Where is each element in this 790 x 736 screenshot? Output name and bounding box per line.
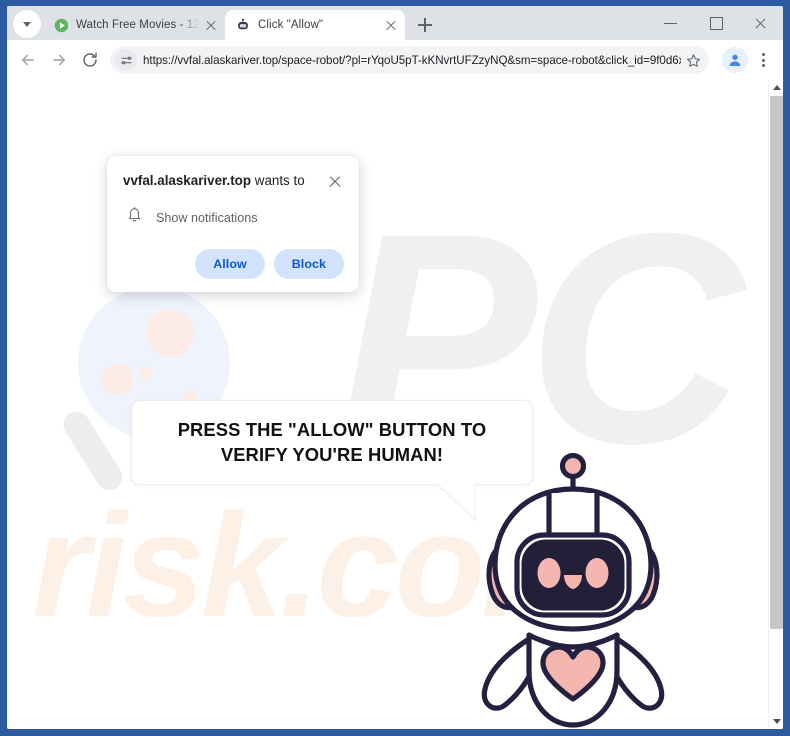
vertical-scrollbar[interactable] bbox=[768, 80, 783, 729]
permission-label: Show notifications bbox=[156, 210, 258, 225]
new-tab-button[interactable] bbox=[411, 11, 439, 39]
chrome-browser-frame: Watch Free Movies - 123movies Click "All… bbox=[7, 6, 783, 729]
robot-icon bbox=[235, 17, 251, 33]
tune-sliders-icon[interactable] bbox=[115, 49, 137, 71]
permission-dialog-actions: Allow Block bbox=[123, 249, 344, 279]
window-controls bbox=[648, 6, 783, 40]
browser-toolbar: https://vvfal.alaskariver.top/space-robo… bbox=[7, 40, 783, 80]
browser-window: Watch Free Movies - 123movies Click "All… bbox=[0, 0, 790, 736]
tab-title: Click "Allow" bbox=[258, 19, 324, 31]
space-robot-mascot bbox=[481, 453, 665, 728]
allow-button[interactable]: Allow bbox=[195, 249, 265, 279]
tab-click-allow[interactable]: Click "Allow" bbox=[225, 10, 405, 40]
chevron-down-icon bbox=[23, 21, 31, 27]
star-icon[interactable] bbox=[681, 48, 705, 72]
tab-close-icon[interactable] bbox=[203, 17, 219, 33]
speech-bubble-text: PRESS THE "ALLOW" BUTTON TO VERIFY YOU'R… bbox=[177, 419, 487, 465]
permission-dialog-title-suffix: wants to bbox=[251, 173, 305, 188]
back-arrow-icon bbox=[22, 54, 34, 66]
tab-close-icon[interactable] bbox=[383, 17, 399, 33]
forward-arrow-icon bbox=[53, 54, 65, 66]
back-button[interactable] bbox=[13, 45, 43, 75]
profile-avatar-icon[interactable] bbox=[722, 47, 748, 73]
reload-button[interactable] bbox=[75, 45, 105, 75]
scrollbar-thumb[interactable] bbox=[770, 96, 783, 629]
scroll-up-arrow-icon[interactable] bbox=[769, 80, 783, 95]
scroll-down-arrow-icon[interactable] bbox=[769, 714, 783, 729]
url-text: https://vvfal.alaskariver.top/space-robo… bbox=[143, 53, 681, 67]
tab-search-button[interactable] bbox=[13, 10, 41, 38]
address-bar[interactable]: https://vvfal.alaskariver.top/space-robo… bbox=[110, 46, 709, 74]
bell-icon bbox=[127, 207, 142, 228]
permission-dialog-title: vvfal.alaskariver.top wants to bbox=[123, 172, 326, 189]
permission-dialog-close-icon[interactable] bbox=[326, 173, 344, 191]
reload-icon bbox=[83, 52, 97, 67]
tab-watch-free-movies[interactable]: Watch Free Movies - 123movies bbox=[43, 10, 225, 40]
close-icon[interactable] bbox=[738, 6, 783, 40]
permission-request-row: Show notifications bbox=[123, 207, 344, 228]
forward-button[interactable] bbox=[44, 45, 74, 75]
tab-strip: Watch Free Movies - 123movies Click "All… bbox=[7, 6, 783, 40]
block-button[interactable]: Block bbox=[273, 249, 344, 279]
tab-title: Watch Free Movies - 123movies bbox=[76, 19, 199, 31]
page-viewport: PC risk.com PRESS THE "ALLOW" BUTTON TO … bbox=[7, 80, 783, 729]
maximize-icon[interactable] bbox=[693, 6, 738, 40]
notification-permission-dialog: vvfal.alaskariver.top wants to Show noti… bbox=[107, 156, 359, 292]
three-dot-menu-icon[interactable] bbox=[751, 47, 775, 73]
permission-dialog-domain: vvfal.alaskariver.top bbox=[123, 173, 252, 188]
permission-dialog-header: vvfal.alaskariver.top wants to bbox=[123, 172, 344, 191]
minimize-icon[interactable] bbox=[648, 6, 693, 40]
green-play-icon bbox=[53, 17, 69, 33]
